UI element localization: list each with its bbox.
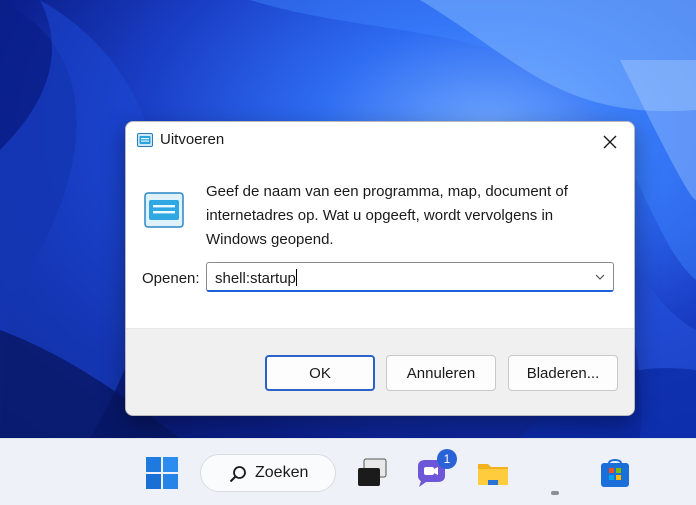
close-button[interactable] xyxy=(596,128,624,156)
file-explorer-icon[interactable] xyxy=(476,456,510,490)
microsoft-store-icon[interactable] xyxy=(598,456,632,490)
search-icon xyxy=(229,466,246,483)
dialog-titlebar[interactable]: Uitvoeren xyxy=(126,122,634,160)
running-app-indicator xyxy=(551,491,559,495)
chat-notification-badge: 1 xyxy=(437,449,457,469)
run-app-icon xyxy=(137,133,153,147)
browse-button[interactable]: Bladeren... xyxy=(508,355,618,391)
close-icon xyxy=(603,135,617,149)
dialog-title: Uitvoeren xyxy=(160,131,225,148)
taskbar-search[interactable]: Zoeken xyxy=(200,454,336,492)
search-label: Zoeken xyxy=(255,464,309,481)
windows-start-icon[interactable] xyxy=(145,456,179,490)
dialog-button-bar: OK Annuleren Bladeren... xyxy=(126,328,634,415)
taskbar: Zoeken xyxy=(0,438,696,505)
open-input-value[interactable]: shell:startup xyxy=(215,269,297,287)
ok-button[interactable]: OK xyxy=(265,355,375,391)
run-program-icon xyxy=(144,192,184,228)
cancel-button[interactable]: Annuleren xyxy=(386,355,496,391)
open-combobox[interactable]: shell:startup xyxy=(206,262,614,292)
open-label: Openen: xyxy=(142,270,200,287)
text-caret xyxy=(295,269,297,286)
task-view-icon[interactable] xyxy=(355,456,389,490)
dialog-description: Geef de naam van een programma, map, doc… xyxy=(206,183,568,248)
chevron-down-icon[interactable] xyxy=(595,273,605,281)
run-dialog: Uitvoeren Geef de naam van een programma… xyxy=(125,121,635,416)
